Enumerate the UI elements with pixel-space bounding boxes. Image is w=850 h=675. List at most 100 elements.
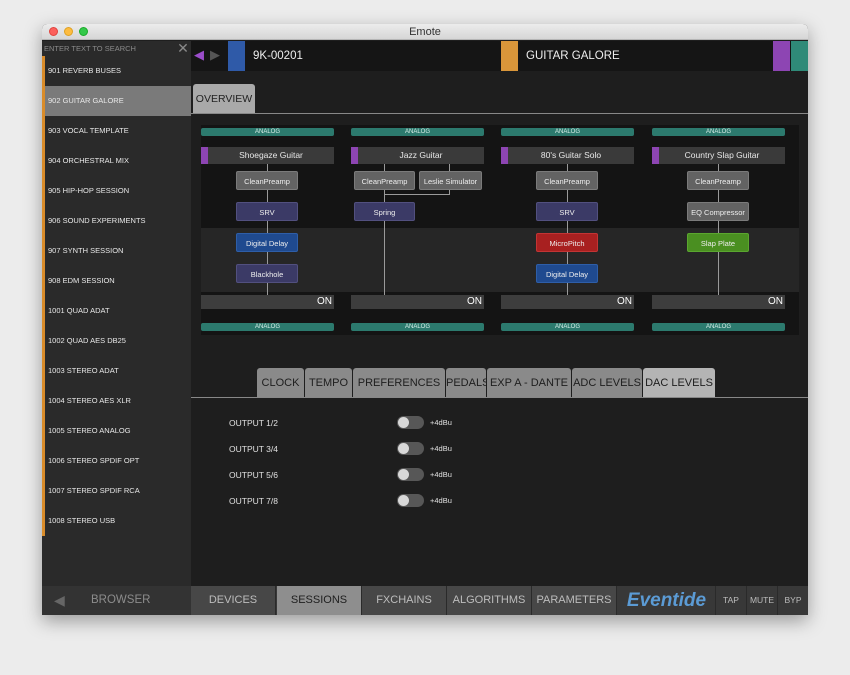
signal-line [384,194,450,195]
eventide-logo: Eventide [626,590,707,611]
output-level-toggle[interactable] [397,442,424,455]
output-name: OUTPUT 1/2 [229,418,278,428]
tab-fxchains[interactable]: FXCHAINS [362,586,447,615]
fx-block[interactable]: Blackhole [236,264,298,283]
session-list-item[interactable]: 901 REVERB BUSES [42,56,191,86]
session-list-item[interactable]: 1003 STEREO ADAT [42,356,191,386]
session-list-item[interactable]: 902 GUITAR GALORE [42,86,191,116]
fxchain-header[interactable]: Jazz Guitar [351,147,484,164]
fx-block[interactable]: SRV [236,202,298,221]
dac-output-row: OUTPUT 1/2 +4dBu [229,411,529,437]
tab-dac-levels[interactable]: DAC LEVELS [643,368,715,398]
fxchain-on-label: ON [467,296,482,307]
input-routing[interactable]: ANALOG [652,128,785,136]
tab-adc-levels[interactable]: ADC LEVELS [572,368,642,398]
output-name: OUTPUT 5/6 [229,470,278,480]
session-list-item[interactable]: 907 SYNTH SESSION [42,236,191,266]
input-routing[interactable]: ANALOG [351,128,484,136]
fxchain-column: ANALOG Shoegaze Guitar CleanPreamp SRV Digit… [201,125,334,335]
mute-button[interactable]: MUTE [746,586,777,615]
fx-block[interactable]: MicroPitch [536,233,598,252]
input-routing[interactable]: ANALOG [501,128,634,136]
session-list-item[interactable]: 905 HIP-HOP SESSION [42,176,191,206]
session-list-item[interactable]: 906 SOUND EXPERIMENTS [42,206,191,236]
tap-button[interactable]: TAP [715,586,746,615]
tab-tempo[interactable]: TEMPO [305,368,352,398]
dac-output-row: OUTPUT 7/8 +4dBu [229,489,529,515]
tab-sessions[interactable]: SESSIONS [277,586,362,615]
main-panel: ◀ ▶ 9K-00201 GUITAR GALORE OVERVIEW ANAL… [191,41,808,586]
browser-button[interactable]: ◀ BROWSER [42,586,191,615]
session-list-item[interactable]: 903 VOCAL TEMPLATE [42,116,191,146]
session-list-item[interactable]: 908 EDM SESSION [42,266,191,296]
output-routing[interactable]: ANALOG [201,323,334,331]
tab-algorithms[interactable]: ALGORITHMS [447,586,532,615]
fxchain-overview: ANALOG Shoegaze Guitar CleanPreamp SRV Digit… [201,125,799,335]
output-routing[interactable]: ANALOG [351,323,484,331]
fxchain-header[interactable]: Shoegaze Guitar [201,147,334,164]
toggle-knob [398,443,409,454]
output-level: +4dBu [430,444,452,453]
fx-block[interactable]: CleanPreamp [687,171,749,190]
tab-preferences[interactable]: PREFERENCES [353,368,445,398]
tab-exp-a-dante[interactable]: EXP A - DANTE [487,368,571,398]
tab-parameters[interactable]: PARAMETERS [532,586,617,615]
fxchain-color-tag [501,147,508,164]
app-window: Emote ✕ 901 REVERB BUSES902 GUITAR GALOR… [42,24,808,615]
output-level-toggle[interactable] [397,416,424,429]
fxchain-column: ANALOG Jazz Guitar CleanPreamp Leslie Simul… [351,125,484,335]
tab-devices[interactable]: DEVICES [191,586,276,615]
session-list-item[interactable]: 1007 STEREO SPDIF RCA [42,476,191,506]
fxchain-state-bar[interactable]: ON [652,295,785,309]
session-name: GUITAR GALORE [526,50,620,62]
toggle-knob [398,495,409,506]
fx-block[interactable]: SRV [536,202,598,221]
fx-block[interactable]: Leslie Simulator [419,171,482,190]
session-list: 901 REVERB BUSES 902 GUITAR GALORE 903 VOC… [42,56,191,536]
session-list-item[interactable]: 1006 STEREO SPDIF OPT [42,446,191,476]
session-list-item[interactable]: 1001 QUAD ADAT [42,296,191,326]
tab-pedals[interactable]: PEDALS [446,368,489,398]
session-list-item[interactable]: 1004 STEREO AES XLR [42,386,191,416]
session-header: ◀ ▶ 9K-00201 GUITAR GALORE [191,41,808,71]
output-level-toggle[interactable] [397,468,424,481]
fx-block[interactable]: CleanPreamp [354,171,415,190]
fxchain-header[interactable]: 80's Guitar Solo [501,147,634,164]
output-level: +4dBu [430,470,452,479]
fx-block[interactable]: EQ Compressor [687,202,749,221]
arrow-right-icon[interactable]: ▶ [210,48,220,62]
session-list-item[interactable]: 1005 STEREO ANALOG [42,416,191,446]
output-routing[interactable]: ANALOG [501,323,634,331]
session-color-strip [501,41,518,71]
arrow-left-icon[interactable]: ◀ [194,48,204,62]
fx-block[interactable]: Slap Plate [687,233,749,252]
session-list-item[interactable]: 1002 QUAD AES DB25 [42,326,191,356]
title-bar: Emote [42,24,808,40]
close-icon[interactable]: ✕ [176,41,190,55]
fx-block[interactable]: CleanPreamp [536,171,598,190]
fx-block[interactable]: CleanPreamp [236,171,298,190]
fxchain-name: Jazz Guitar [399,150,443,160]
fx-block[interactable]: Digital Delay [536,264,598,283]
fx-block[interactable]: Spring [354,202,415,221]
dac-output-row: OUTPUT 5/6 +4dBu [229,463,529,489]
tab-clock[interactable]: CLOCK [257,368,304,398]
byp-button[interactable]: BYP [777,586,808,615]
fxchain-column: ANALOG Country Slap Guitar CleanPreamp EQ C… [652,125,785,335]
output-routing[interactable]: ANALOG [652,323,785,331]
input-routing[interactable]: ANALOG [201,128,334,136]
fx-block[interactable]: Digital Delay [236,233,298,252]
fxchain-state-bar[interactable]: ON [351,295,484,309]
output-level-toggle[interactable] [397,494,424,507]
fxchain-color-tag [351,147,358,164]
session-list-item[interactable]: 1008 STEREO USB [42,506,191,536]
fxchain-header[interactable]: Country Slap Guitar [652,147,785,164]
fxchain-color-tag [201,147,208,164]
fxchain-state-bar[interactable]: ON [501,295,634,309]
tab-overview[interactable]: OVERVIEW [193,84,255,114]
dac-output-row: OUTPUT 3/4 +4dBu [229,437,529,463]
fxchain-state-bar[interactable]: ON [201,295,334,309]
session-list-item[interactable]: 904 ORCHESTRAL MIX [42,146,191,176]
fxchain-on-label: ON [768,296,783,307]
search-input[interactable] [44,42,172,54]
